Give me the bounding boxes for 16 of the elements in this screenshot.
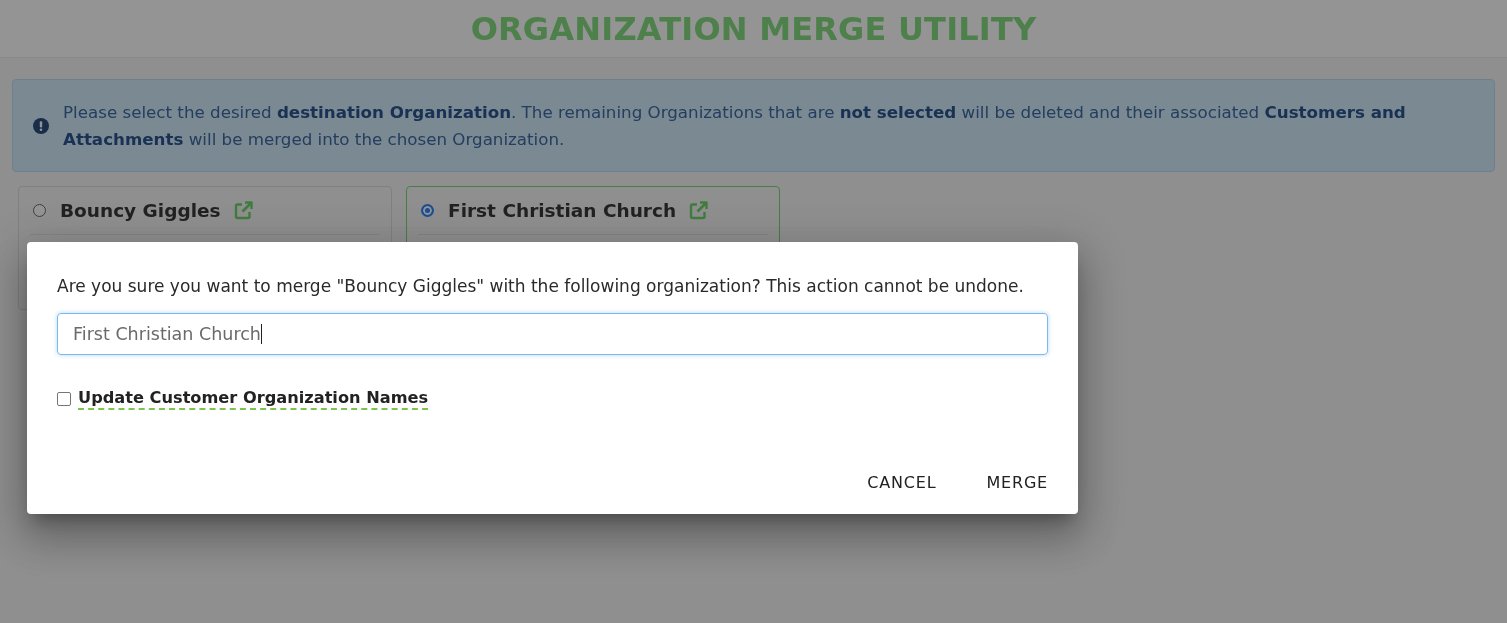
- checkbox-label[interactable]: Update Customer Organization Names: [78, 388, 429, 410]
- cancel-button[interactable]: CANCEL: [867, 465, 937, 500]
- external-link-icon[interactable]: [688, 200, 709, 221]
- dialog-message: Are you sure you want to merge "Bouncy Giggles" with the following organization? This action cannot be undone.: [57, 276, 1025, 296]
- merge-button[interactable]: MERGE: [986, 465, 1048, 500]
- text-cursor-icon: [260, 324, 262, 344]
- organization-name: First Christian Church: [448, 200, 677, 221]
- organization-name: Bouncy Giggles: [60, 200, 221, 221]
- radio-button[interactable]: [421, 204, 434, 217]
- exclamation-circle-icon: [33, 117, 49, 134]
- alert-message: Please select the desired destination Organization. The remaining Organizations that are not selected will be deleted and their associated Customers and Attachments will be merged into the chosen Organization.: [63, 100, 1407, 151]
- page-title: ORGANIZATION MERGE UTILITY: [470, 9, 1037, 48]
- organization-input[interactable]: First Christian Church: [57, 313, 1048, 355]
- checkbox[interactable]: [57, 392, 71, 406]
- external-link-icon[interactable]: [232, 200, 253, 221]
- radio-button[interactable]: [33, 204, 46, 217]
